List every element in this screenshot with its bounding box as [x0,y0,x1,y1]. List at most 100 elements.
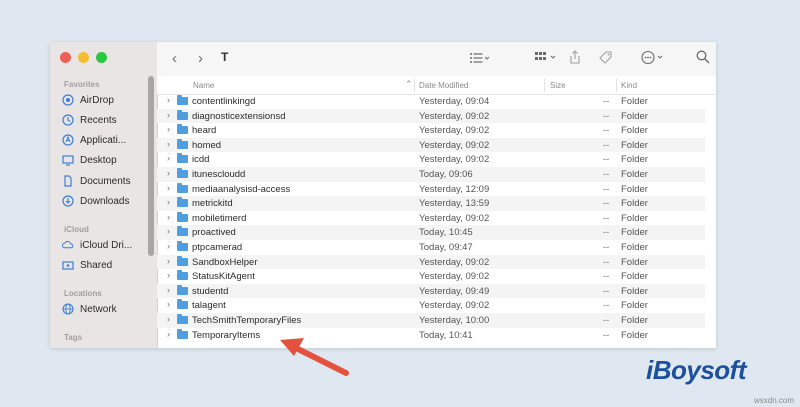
list-view-icon[interactable] [469,51,491,69]
table-row[interactable]: › talagent Yesterday, 09:02 -- Folder [157,298,705,313]
table-row[interactable]: › contentlinkingd Yesterday, 09:04 -- Folder [157,94,705,109]
sidebar-item-shared[interactable]: Shared [62,256,112,274]
search-icon[interactable] [696,50,710,68]
row-size: -- [603,96,610,107]
chevron-right-icon[interactable]: › [167,139,170,149]
sidebar-item-desktop[interactable]: Desktop [62,151,117,169]
sidebar-scrollbar[interactable] [148,76,154,256]
sidebar-item-label: Desktop [80,154,117,166]
chevron-right-icon[interactable]: › [167,124,170,134]
forward-icon[interactable]: › [198,50,203,67]
globe-icon [62,303,74,315]
more-actions-icon[interactable] [641,50,667,69]
column-kind[interactable]: Kind [621,81,637,90]
finder-window: Favorites AirDrop Recents Applicati... D… [50,42,716,348]
chevron-right-icon[interactable]: › [167,110,170,120]
row-size: -- [603,169,610,180]
sidebar-item-icloud-drive[interactable]: iCloud Dri... [62,236,132,254]
row-name: TemporaryItems [192,329,261,341]
row-size: -- [603,139,610,151]
row-name: itunescloudd [192,169,246,180]
chevron-right-icon[interactable]: › [167,256,170,266]
sidebar-item-airdrop[interactable]: AirDrop [62,91,114,109]
table-row[interactable]: › icdd Yesterday, 09:02 -- Folder [157,152,705,167]
tag-icon[interactable] [598,50,614,69]
row-name: talagent [192,300,226,312]
folder-icon [177,284,188,295]
row-name: ptpcamerad [192,242,243,253]
download-icon [62,195,74,207]
sidebar-item-label: Documents [80,175,131,187]
row-size: -- [603,315,610,326]
traffic-lights [60,52,107,63]
sidebar-item-label: Network [80,303,117,315]
table-row[interactable]: › mobiletimerd Yesterday, 09:02 -- Folder [157,211,705,226]
row-kind: Folder [621,315,648,326]
row-kind: Folder [621,227,648,239]
close-button[interactable] [60,52,71,63]
chevron-right-icon[interactable]: › [167,299,170,309]
row-name: proactived [192,227,236,239]
group-by-icon[interactable] [534,51,560,69]
chevron-right-icon[interactable]: › [167,314,170,324]
document-icon [62,175,74,187]
sidebar-item-label: AirDrop [80,94,114,106]
chevron-right-icon[interactable]: › [167,270,170,280]
folder-icon [177,270,188,281]
row-kind: Folder [621,96,648,107]
row-size: -- [603,271,610,283]
table-row[interactable]: › SandboxHelper Yesterday, 09:02 -- Folder [157,254,705,270]
column-date-modified[interactable]: Date Modified [419,81,468,90]
row-name: icdd [192,154,210,166]
table-row[interactable]: › mediaanalysisd-access Yesterday, 12:09 --… [157,182,705,197]
row-date: Yesterday, 09:02 [419,154,490,166]
folder-icon [177,168,188,178]
column-name[interactable]: Name [193,81,214,90]
watermark: wsxdn.com [753,396,794,405]
table-row[interactable]: › TemporaryItems Today, 10:41 -- Folder [157,328,705,343]
row-size: -- [603,125,610,137]
minimize-button[interactable] [78,52,89,63]
row-size: -- [603,300,610,312]
sidebar-item-network[interactable]: Network [62,300,117,318]
back-icon[interactable]: ‹ [172,50,177,67]
table-row[interactable]: › TechSmithTemporaryFiles Yesterday, 10:00… [157,313,705,328]
row-name: diagnosticextensionsd [192,110,286,122]
sidebar-item-applications[interactable]: Applicati... [62,131,126,149]
chevron-right-icon[interactable]: › [167,153,170,163]
table-row[interactable]: › ptpcamerad Today, 09:47 -- Folder [157,240,705,255]
table-row[interactable]: › studentd Yesterday, 09:49 -- Folder [157,283,705,299]
chevron-right-icon[interactable]: › [167,95,170,105]
table-row[interactable]: › itunescloudd Today, 09:06 -- Folder [157,167,705,182]
table-row[interactable]: › homed Yesterday, 09:02 -- Folder [157,137,705,153]
cloud-icon [62,239,74,251]
sidebar-item-documents[interactable]: Documents [62,172,131,190]
row-kind: Folder [621,271,648,283]
row-date: Today, 09:06 [419,169,473,180]
chevron-right-icon[interactable]: › [167,226,170,236]
chevron-right-icon[interactable]: › [167,285,170,295]
chevron-right-icon[interactable]: › [167,241,170,251]
row-name: heard [192,125,217,137]
chevron-right-icon[interactable]: › [167,329,170,339]
chevron-right-icon[interactable]: › [167,168,170,178]
column-size[interactable]: Size [550,81,566,90]
table-row[interactable]: › proactived Today, 10:45 -- Folder [157,225,705,240]
window-title: T [221,50,229,64]
sidebar-item-label: Downloads [80,195,130,207]
table-row[interactable]: › diagnosticextensionsd Yesterday, 09:02 --… [157,108,705,124]
chevron-right-icon[interactable]: › [167,183,170,193]
folder-icon [177,153,188,164]
zoom-button[interactable] [96,52,107,63]
table-row[interactable]: › metrickitd Yesterday, 13:59 -- Folder [157,196,705,211]
chevron-up-icon[interactable]: ⌃ [405,79,413,90]
chevron-right-icon[interactable]: › [167,212,170,222]
sidebar-item-label: Recents [80,114,117,126]
table-row[interactable]: › heard Yesterday, 09:02 -- Folder [157,123,705,138]
row-date: Yesterday, 09:49 [419,285,490,297]
sidebar-item-recents[interactable]: Recents [62,111,117,129]
share-icon[interactable] [569,50,581,69]
table-row[interactable]: › StatusKitAgent Yesterday, 09:02 -- Folder [157,269,705,284]
chevron-right-icon[interactable]: › [167,197,170,207]
sidebar-item-downloads[interactable]: Downloads [62,192,129,210]
